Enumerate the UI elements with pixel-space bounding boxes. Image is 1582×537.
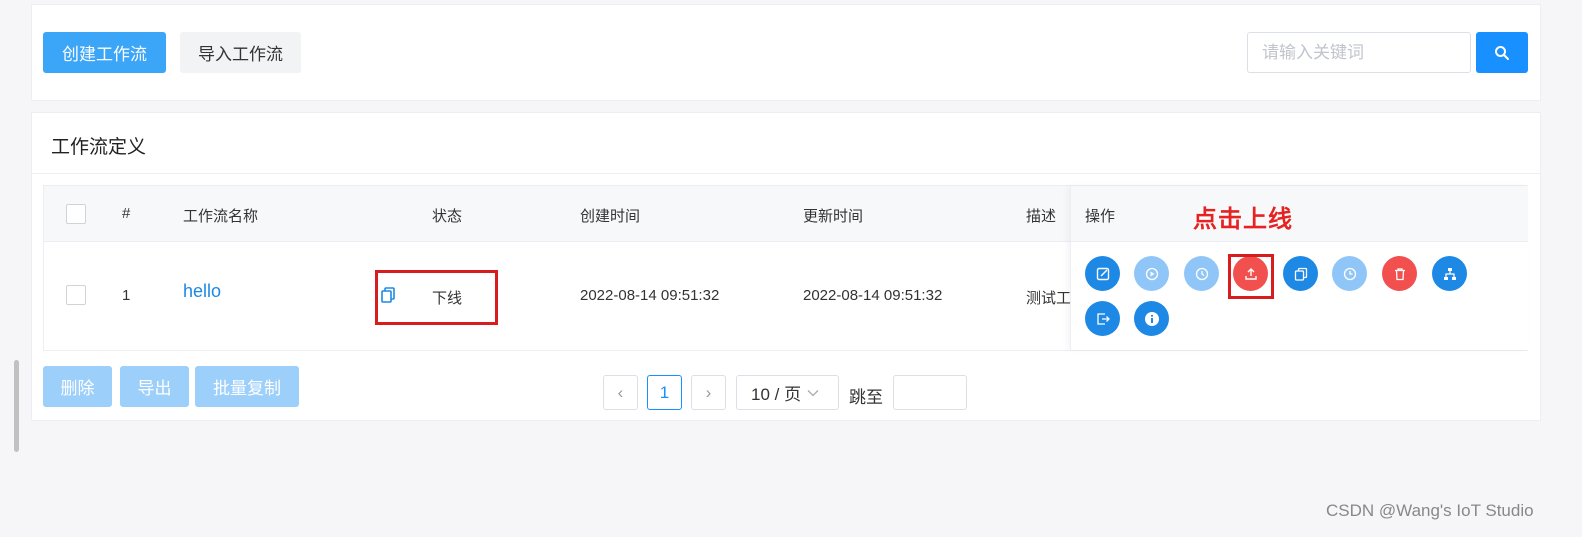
annotation-box-online [1228,254,1274,299]
watermark: CSDN @Wang's IoT Studio [1326,501,1534,520]
header-operations: 操作 [1085,208,1116,225]
edit-button[interactable] [1085,256,1120,291]
jump-label: 跳至 [849,388,883,407]
search-button[interactable] [1476,32,1528,73]
page-size-value: 10 / 页 [751,385,802,404]
copy-icon [1294,267,1307,281]
run-button[interactable] [1134,256,1169,291]
updated-time: 2022-08-14 09:51:32 [803,287,943,304]
bulk-delete-button[interactable]: 删除 [43,366,112,407]
batch-copy-button[interactable]: 批量复制 [195,366,299,407]
header-created: 创建时间 [580,208,641,225]
header-description: 描述 [1026,208,1057,225]
delete-button[interactable] [1382,256,1417,291]
select-all-checkbox[interactable] [66,204,86,224]
header-name: 工作流名称 [183,208,259,225]
edit-icon [1096,267,1109,280]
row-checkbox[interactable] [66,285,86,305]
toolbar-card: 创建工作流 导入工作流 [31,4,1541,101]
row-index: 1 [122,287,131,304]
header-updated: 更新时间 [803,208,864,225]
chevron-down-icon [807,389,819,396]
timing-icon [1195,267,1208,280]
description-text: 测试工 [1026,290,1072,307]
page-scrollbar[interactable] [14,360,19,452]
timing-button[interactable] [1184,256,1219,291]
created-time: 2022-08-14 09:51:32 [580,287,720,304]
search-input[interactable] [1247,32,1471,73]
jump-page-input[interactable] [893,375,967,410]
info-icon [1144,311,1159,326]
tree-view-button[interactable] [1432,256,1467,291]
import-workflow-button[interactable]: 导入工作流 [180,32,301,73]
workflow-table: # 工作流名称 状态 创建时间 更新时间 描述 1 hello 下线 2022-… [43,185,1528,351]
export-button[interactable] [1085,301,1120,336]
card-title: 工作流定义 [51,137,147,158]
prev-page-button[interactable]: ‹ [603,375,638,410]
header-status: 状态 [432,208,463,225]
run-icon [1145,267,1158,280]
page-1-button[interactable]: 1 [647,375,682,410]
export-icon [1096,312,1110,325]
bulk-export-button[interactable]: 导出 [120,366,189,407]
page-size-select[interactable]: 10 / 页 [736,375,839,410]
info-button[interactable] [1134,301,1169,336]
create-workflow-button[interactable]: 创建工作流 [43,32,166,73]
timing-manage-button[interactable] [1332,256,1367,291]
next-page-button[interactable]: › [691,375,726,410]
operations-column: 操作 [1070,186,1528,350]
delete-icon [1394,267,1405,280]
copy-button[interactable] [1283,256,1318,291]
timing-manage-icon [1343,267,1356,280]
annotation-label: 点击上线 [1193,205,1293,233]
workflow-name-link[interactable]: hello [183,281,221,302]
search-icon [1495,45,1509,60]
operations-header [1071,186,1528,242]
header-index: # [122,205,131,222]
card-divider [32,173,1540,174]
annotation-box-status [375,270,498,325]
tree-icon [1443,267,1456,280]
